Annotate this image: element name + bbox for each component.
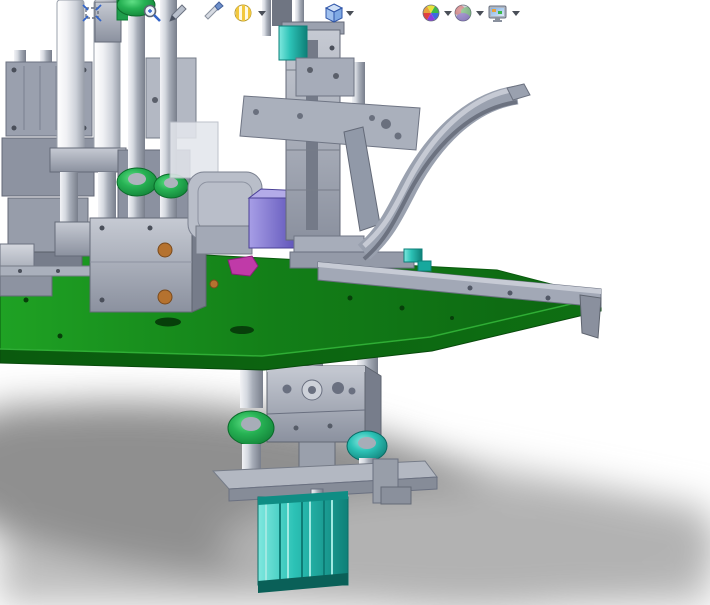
- heads-up-view-toolbar: [0, 0, 710, 30]
- teal-bearing-ring-right: [346, 430, 388, 462]
- chevron-down-icon[interactable]: [476, 11, 484, 16]
- green-bearing-ring-left: [227, 410, 275, 446]
- color-wheel-icon[interactable]: [420, 1, 444, 25]
- chevron-down-icon[interactable]: [444, 11, 452, 16]
- teal-cylinder-bank: [257, 491, 349, 593]
- zoom-to-fit-icon[interactable]: [80, 1, 104, 25]
- knife-icon[interactable]: [202, 1, 226, 25]
- striped-sphere-icon[interactable]: [232, 1, 256, 25]
- zoom-to-area-icon[interactable]: [140, 1, 164, 25]
- cad-application-window: [0, 0, 710, 605]
- scene-sphere-icon[interactable]: [452, 1, 476, 25]
- viewport-3d[interactable]: [0, 0, 710, 605]
- chevron-down-icon[interactable]: [258, 11, 266, 16]
- chevron-down-icon[interactable]: [346, 11, 354, 16]
- pencil-icon[interactable]: [166, 1, 190, 25]
- cube-icon[interactable]: [322, 1, 346, 25]
- chevron-down-icon[interactable]: [512, 11, 520, 16]
- monitor-icon[interactable]: [486, 1, 510, 25]
